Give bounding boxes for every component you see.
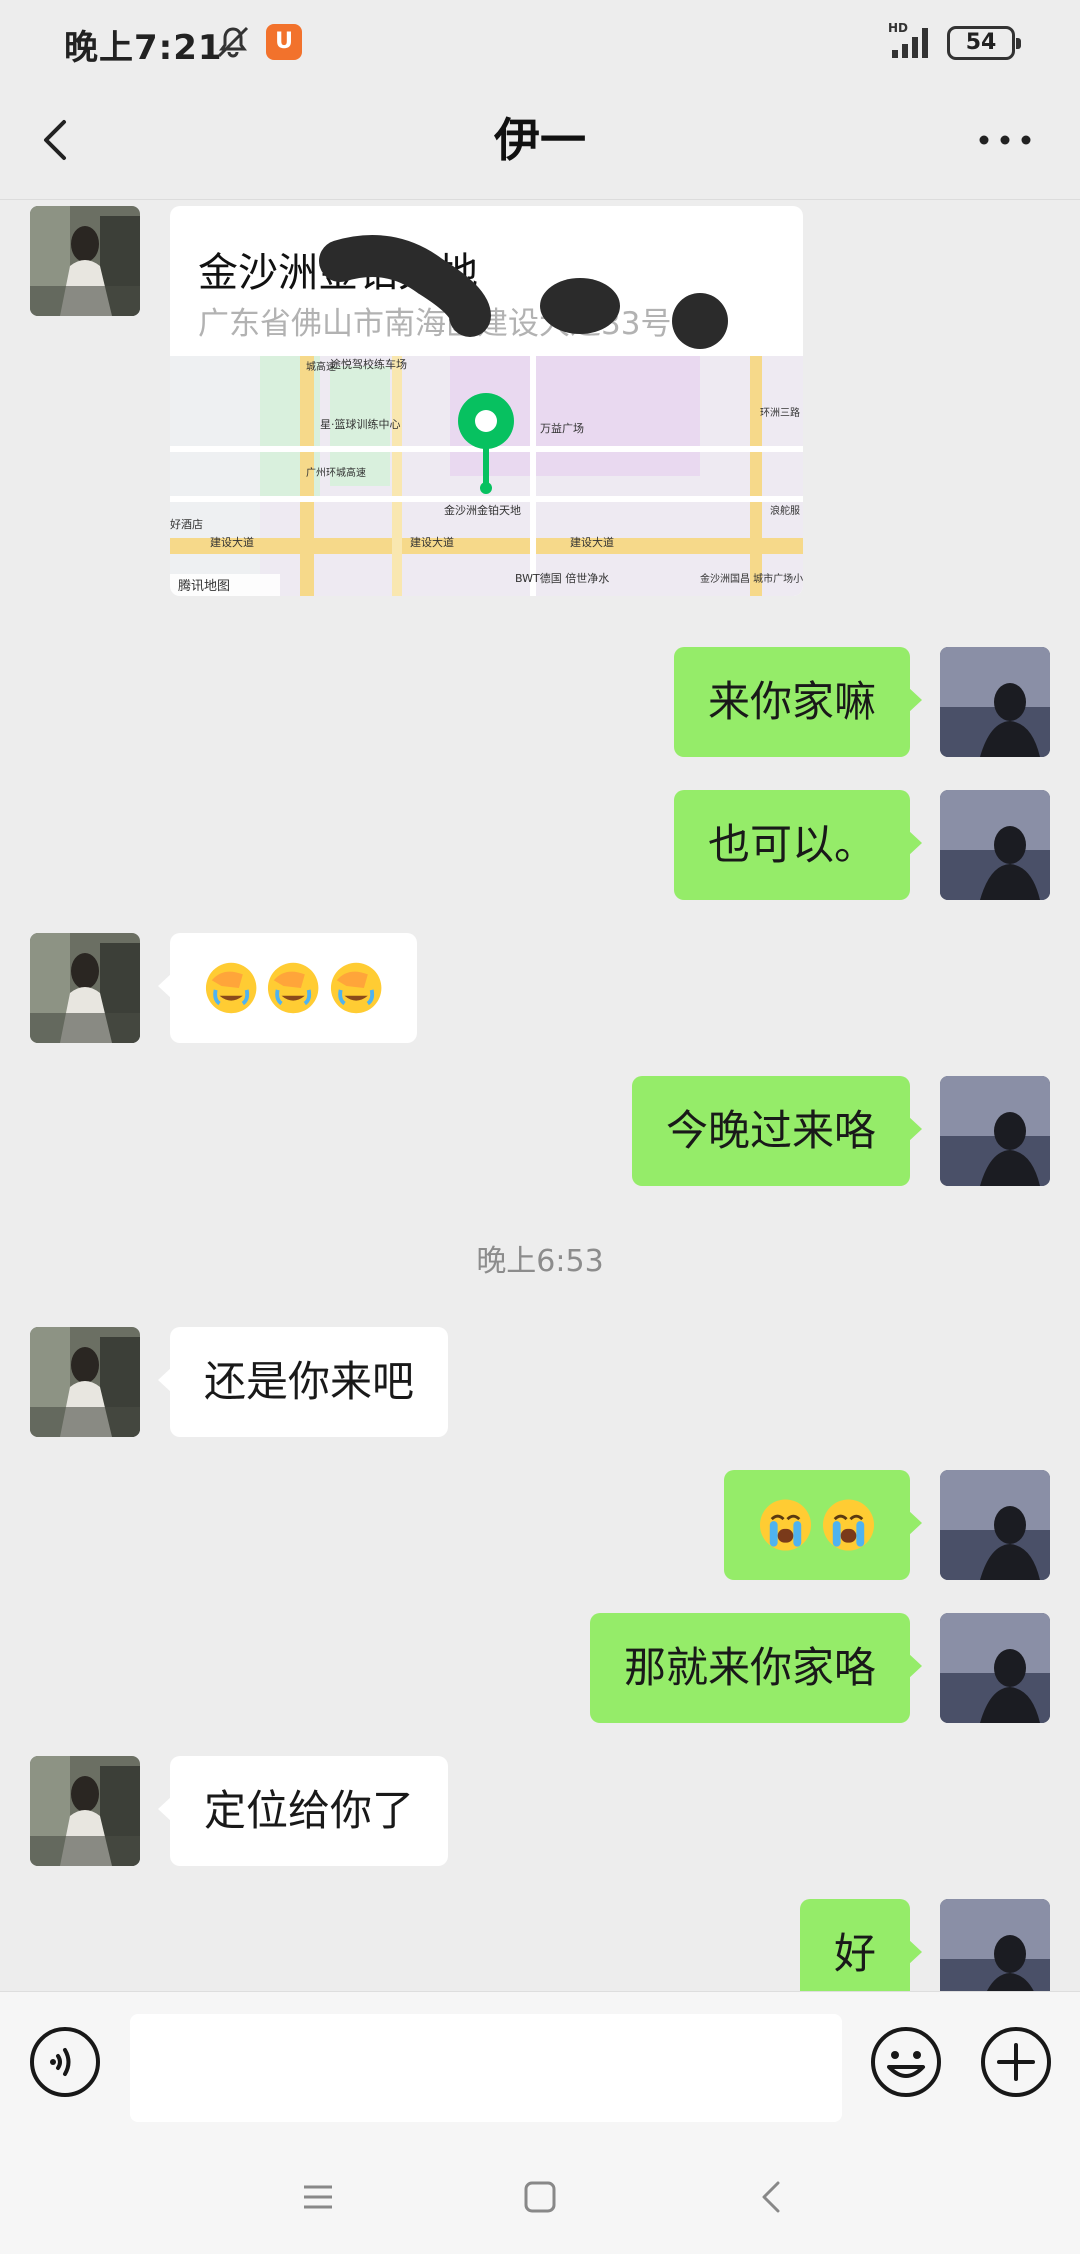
message-bubble-incoming[interactable]: 定位给你了 [157,1756,449,1866]
svg-text:金沙洲国昌 城市广场小: 金沙洲国昌 城市广场小 [700,572,803,585]
message-bubble-outgoing[interactable]: 好 [799,1899,923,1991]
back-icon[interactable] [752,2177,792,2217]
map-pin-label: 金沙洲金铂天地 [444,503,521,517]
facepalm-cry-emoji [330,962,382,1014]
svg-text:浪舵服: 浪舵服 [770,504,800,517]
message-bubble-outgoing[interactable]: 今晚过来咯 [631,1076,923,1186]
sob-emoji [759,1499,812,1551]
input-bar [0,1991,1080,2143]
message-bubble-outgoing[interactable] [724,1470,922,1580]
plus-icon[interactable] [979,2025,1053,2099]
map-provider-label: 腾讯地图 [178,578,230,594]
uc-browser-icon: U [266,24,302,60]
status-bar: 晚上7:21 U HD 54 [0,0,1080,84]
message-input[interactable] [130,2014,842,2122]
battery-icon: 54 [947,26,1021,60]
message-bubble-outgoing[interactable]: 来你家嘛 [673,647,923,757]
message-list[interactable]: 金沙洲金铂天地 广东省佛山市南海区建设大道33号 栋 金沙洲金铂天地 途悦驾校练… [0,200,1080,1991]
my-avatar[interactable] [940,790,1050,900]
home-icon[interactable] [520,2177,560,2217]
message-timestamp: 晚上6:53 [476,1244,604,1279]
my-avatar[interactable] [940,1899,1050,1991]
contact-avatar[interactable] [30,1756,140,1866]
my-avatar[interactable] [940,1470,1050,1580]
sob-emoji [822,1499,875,1551]
emoji-picker-icon[interactable] [869,2025,943,2099]
map-preview[interactable]: 金沙洲金铂天地 途悦驾校练车场 星·篮球训练中心 万益广场 建设大道 建设大道 … [170,356,803,596]
location-card[interactable]: 金沙洲金铂天地 广东省佛山市南海区建设大道33号 栋 金沙洲金铂天地 途悦驾校练… [170,206,803,596]
facepalm-cry-emoji [268,962,319,1014]
svg-text:好酒店: 好酒店 [170,517,203,531]
facepalm-cry-emoji [205,962,257,1014]
message-bubble-outgoing[interactable]: 那就来你家咯 [589,1613,923,1723]
more-dots-icon[interactable] [970,110,1040,170]
my-avatar[interactable] [940,647,1050,757]
svg-text:BWT德国 倍世净水: BWT德国 倍世净水 [515,571,609,585]
message-bubble-incoming[interactable]: 还是你来吧 [157,1327,449,1437]
contact-avatar[interactable] [30,1327,140,1437]
svg-text:建设大道: 建设大道 [410,535,454,549]
signal-icon: HD [888,21,928,58]
contact-avatar[interactable] [30,206,140,316]
message-bubble-incoming[interactable] [158,933,417,1043]
menu-icon[interactable] [298,2177,338,2217]
my-avatar[interactable] [940,1613,1050,1723]
voice-input-icon[interactable] [28,2025,102,2099]
bell-muted-icon [217,26,249,58]
status-time: 晚上7:21 [64,28,223,68]
svg-text:星·篮球训练中心: 星·篮球训练中心 [320,417,401,431]
redaction-scribble [319,235,728,349]
svg-text:途悦驾校练车场: 途悦驾校练车场 [330,357,407,371]
svg-text:万益广场: 万益广场 [540,421,584,435]
svg-text:广州环城高速: 广州环城高速 [306,466,366,479]
message-bubble-outgoing[interactable]: 也可以。 [673,790,923,900]
svg-text:建设大道: 建设大道 [570,535,614,549]
svg-text:城高速: 城高速 [306,360,336,373]
my-avatar[interactable] [940,1076,1050,1186]
svg-text:环洲三路: 环洲三路 [760,406,800,419]
chat-title: 伊一 [494,113,586,167]
system-nav-bar [0,2143,1080,2254]
contact-avatar[interactable] [30,933,140,1043]
network-label: HD [888,21,908,35]
chat-header: 伊一 [0,84,1080,200]
svg-text:建设大道: 建设大道 [210,535,254,549]
